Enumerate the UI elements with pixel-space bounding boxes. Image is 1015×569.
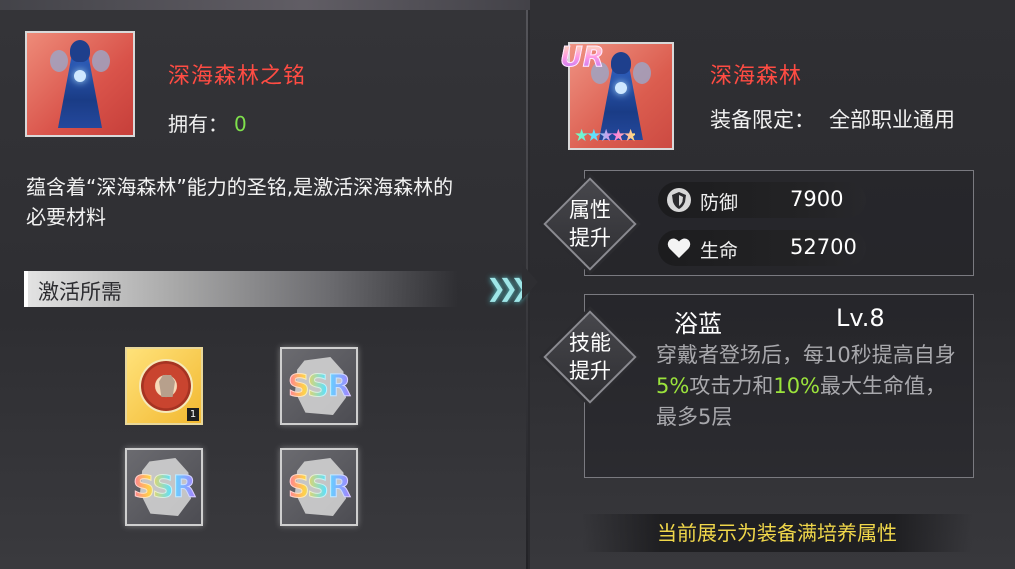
skill-section-label: 技能 提升 — [569, 331, 611, 383]
requirement-slot-ssr[interactable]: SSR — [125, 448, 203, 526]
ssr-label: SSR — [282, 369, 356, 405]
requirement-slot-ssr[interactable]: SSR — [280, 448, 358, 526]
material-icon[interactable] — [25, 31, 135, 137]
owned-label: 拥有： — [168, 112, 228, 136]
stat-value: 52700 — [790, 235, 857, 259]
stat-name: 防御 — [700, 192, 739, 214]
material-description: 蕴含着“深海森林”能力的圣铭,是激活深海森林的必要材料 — [26, 175, 454, 229]
stat-row-defense: 防御 7900 — [658, 182, 866, 218]
slot-quantity: 1 — [187, 408, 199, 421]
rarity-badge: UR — [559, 40, 605, 74]
requirements-header: 激活所需 — [24, 271, 458, 307]
attributes-section-label: 属性 提升 — [569, 198, 611, 250]
ssr-label: SSR — [127, 470, 201, 506]
skill-name: 浴蓝 — [674, 310, 722, 338]
skill-description: 穿戴者登场后，每10秒提高自身5%攻击力和10%最大生命值，最多5层 — [656, 343, 956, 429]
stat-value: 7900 — [790, 187, 844, 211]
owned-count: 0 — [234, 112, 247, 136]
requirement-slot-medal[interactable]: 1 — [125, 347, 203, 425]
triple-chevron-right-icon: ❯❯❯ — [486, 274, 530, 302]
equipment-name: 深海森林 — [710, 64, 803, 89]
skill-level: Lv.8 — [836, 304, 885, 332]
skill-highlight: 10% — [773, 374, 821, 398]
stat-row-health: 生命 52700 — [658, 230, 866, 266]
owned-row: 拥有： 0 — [168, 108, 247, 137]
requirements-title: 激活所需 — [38, 280, 122, 304]
deep-sea-forest-figure-icon — [50, 40, 110, 128]
equip-limit-value: 全部职业通用 — [829, 108, 955, 132]
heart-icon — [667, 238, 691, 258]
star-rating-icon: ★★★★★ — [574, 126, 638, 146]
material-name: 深海森林之铭 — [168, 64, 307, 89]
equip-limit-row: 装备限定： 全部职业通用 — [710, 104, 955, 134]
shield-icon — [667, 188, 691, 212]
stat-name: 生命 — [700, 240, 739, 262]
footer-note: 当前展示为装备满培养属性 — [582, 514, 972, 552]
ssr-label: SSR — [282, 470, 356, 506]
skill-highlight: 5% — [656, 374, 690, 398]
equip-limit-label: 装备限定： — [710, 108, 815, 132]
requirement-slot-ssr[interactable]: SSR — [280, 347, 358, 425]
armor-medal-icon — [139, 359, 193, 413]
